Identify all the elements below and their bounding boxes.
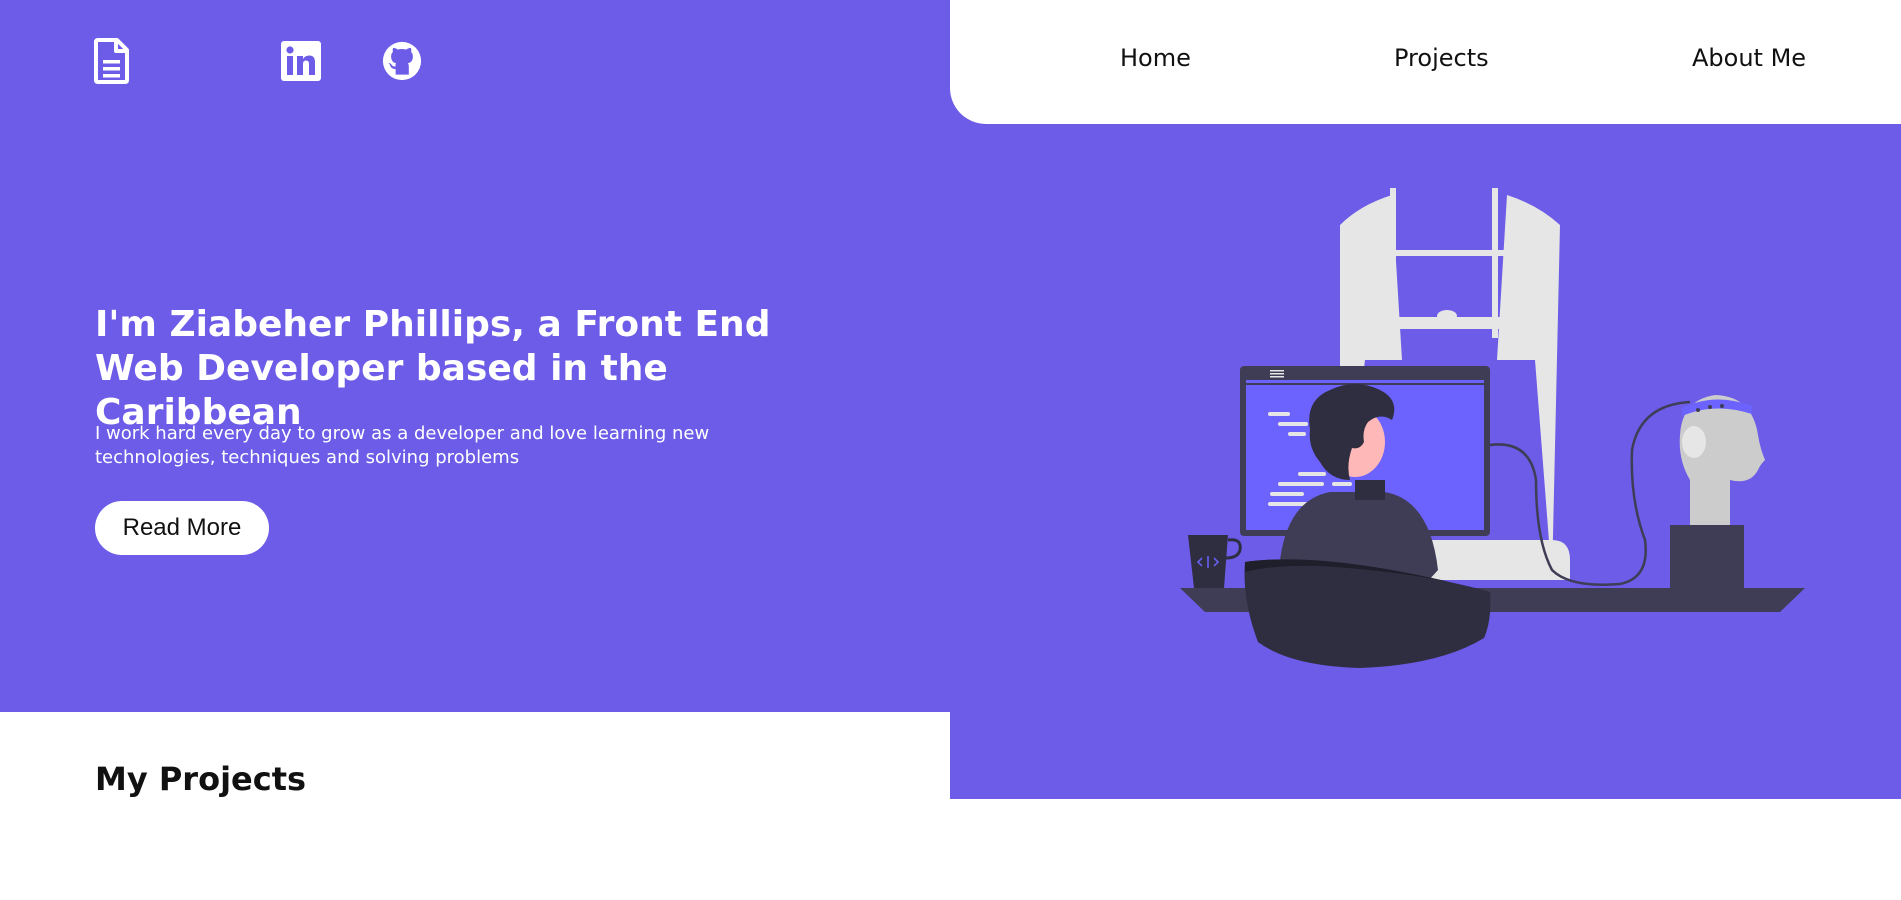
hero-subtitle: I work hard every day to grow as a devel…	[95, 423, 710, 468]
hero-title: I'm Ziabeher Phillips, a Front End Web D…	[95, 304, 771, 433]
nav-link-about-me[interactable]: About Me	[1692, 44, 1806, 72]
main-navigation: Home Projects About Me	[950, 0, 1901, 124]
projects-section-title: My Projects	[95, 760, 307, 798]
projects-section	[0, 712, 950, 900]
github-icon[interactable]	[382, 37, 422, 85]
linkedin-icon[interactable]	[281, 37, 321, 85]
document-icon[interactable]	[92, 37, 132, 85]
portfolio-page: Home Projects About Me I'm Ziabeher Phil…	[0, 0, 1901, 900]
read-more-button[interactable]: Read More	[95, 501, 269, 555]
nav-link-home[interactable]: Home	[1120, 44, 1191, 72]
bust-statue	[1670, 395, 1765, 590]
developer-illustration	[1180, 188, 1805, 668]
mug	[1188, 535, 1242, 588]
nav-link-projects[interactable]: Projects	[1394, 44, 1489, 72]
